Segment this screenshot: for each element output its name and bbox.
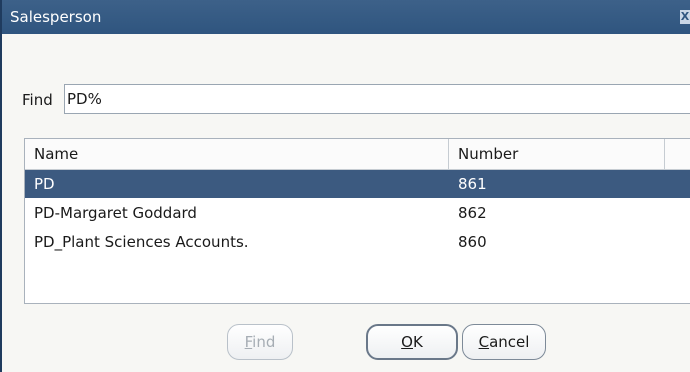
row-name: PD-Margaret Goddard [34,204,197,222]
row-number: 861 [458,175,487,193]
row-number: 860 [458,233,487,251]
salesperson-dialog: Salesperson X Find PD% Name Number PD 86… [0,0,690,372]
cancel-button-label: ancel [489,333,530,351]
list-row[interactable]: PD_Plant Sciences Accounts. 860 [25,228,690,256]
ok-button-label: K [412,333,423,351]
find-input[interactable]: PD% [64,84,690,114]
results-list: Name Number PD 861 PD-Margaret Goddard 8… [24,138,690,304]
find-button-label: ind [252,333,276,351]
column-header-number[interactable]: Number [449,139,665,169]
list-header: Name Number [25,139,690,170]
close-icon[interactable]: X [680,10,690,24]
find-label: Find [22,91,53,109]
row-number: 862 [458,204,487,222]
title-bar: Salesperson X [2,0,690,34]
list-row[interactable]: PD 861 [25,170,690,198]
cancel-button[interactable]: Cancel [462,324,546,360]
ok-button-mnemonic: O [401,333,413,351]
list-row[interactable]: PD-Margaret Goddard 862 [25,199,690,227]
column-header-name[interactable]: Name [25,139,449,169]
cancel-button-mnemonic: C [478,333,490,351]
ok-button[interactable]: OK [366,324,458,360]
find-button[interactable]: Find [227,324,293,360]
dialog-title: Salesperson [10,8,102,26]
row-name: PD [34,175,55,193]
row-name: PD_Plant Sciences Accounts. [34,233,249,251]
